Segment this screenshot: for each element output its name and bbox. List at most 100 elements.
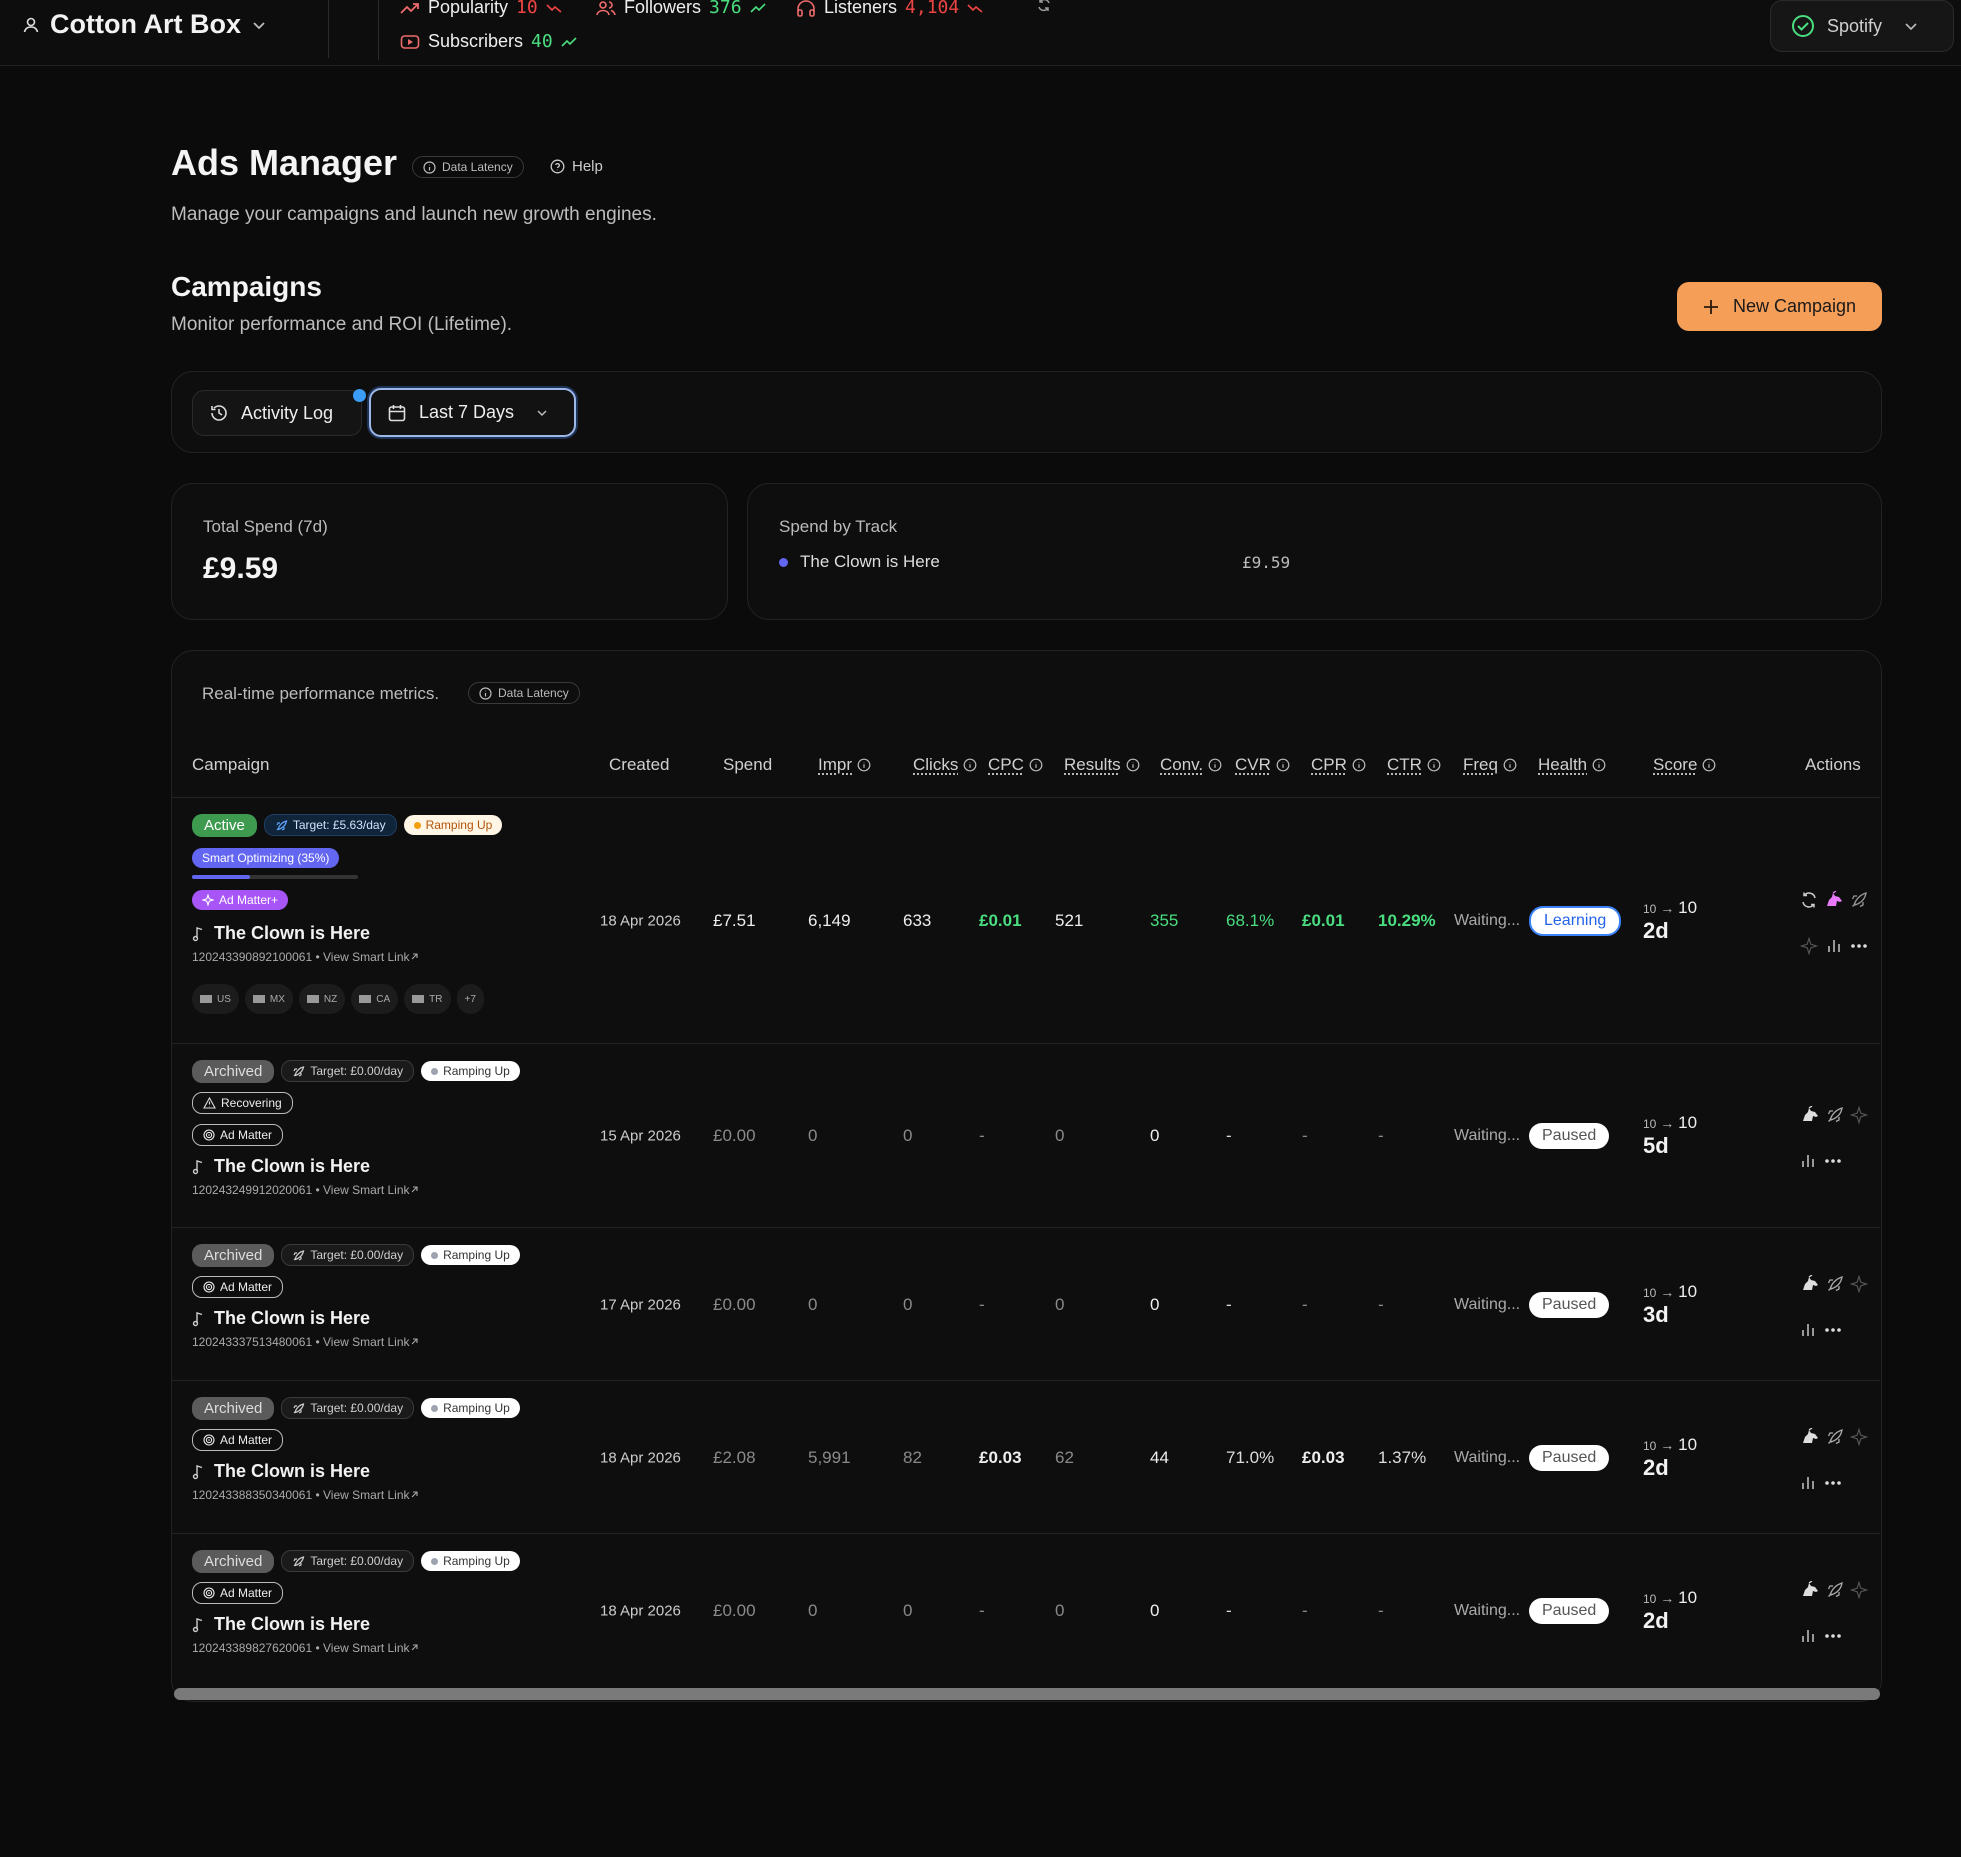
data-latency-label: Data Latency: [498, 686, 569, 700]
bar-chart-icon[interactable]: [1800, 1322, 1816, 1338]
campaign-name[interactable]: The Clown is Here: [192, 923, 502, 944]
unicorn-icon[interactable]: [1800, 1275, 1820, 1293]
stat-label: Listeners: [824, 0, 898, 17]
column-header[interactable]: CVR: [1235, 755, 1290, 775]
account-switcher[interactable]: Cotton Art Box: [22, 9, 267, 40]
target-icon: [203, 1434, 215, 1446]
column-header[interactable]: CTR: [1387, 755, 1441, 775]
sparkle-icon[interactable]: [1850, 1581, 1868, 1599]
cell-clicks: 0: [903, 1601, 913, 1620]
unicorn-icon[interactable]: [1800, 1581, 1820, 1599]
bar-chart-icon[interactable]: [1800, 1153, 1816, 1169]
more-options-icon[interactable]: [1824, 1158, 1842, 1164]
refresh-icon[interactable]: [1800, 891, 1818, 909]
view-smart-link[interactable]: View Smart Link: [323, 1183, 409, 1197]
separator: •: [312, 950, 324, 964]
info-icon: [1029, 758, 1043, 772]
view-smart-link[interactable]: View Smart Link: [323, 950, 409, 964]
separator: •: [312, 1183, 324, 1197]
cell-created: 15 Apr 2026: [600, 1127, 681, 1145]
column-header[interactable]: Freq: [1463, 755, 1517, 775]
data-latency-pill[interactable]: Data Latency: [468, 682, 580, 705]
rocket-icon[interactable]: [1826, 1581, 1844, 1599]
ad-matter-badge: Ad Matter: [192, 1124, 284, 1146]
view-smart-link[interactable]: View Smart Link: [323, 1335, 409, 1349]
column-header[interactable]: Impr: [818, 755, 871, 775]
cell-results: 521: [1055, 911, 1084, 930]
table-row: Active Target: £5.63/day Ramping Up Smart O…: [172, 797, 1880, 1043]
unicorn-icon[interactable]: [1800, 1428, 1820, 1446]
column-header[interactable]: Health: [1538, 755, 1606, 775]
external-link-icon: [410, 1185, 419, 1194]
chevron-down-icon: [251, 17, 267, 33]
new-campaign-button[interactable]: New Campaign: [1677, 282, 1882, 331]
bar-chart-icon[interactable]: [1826, 938, 1842, 954]
smart-progress-bar: [192, 875, 358, 879]
campaign-id: 120243337513480061: [192, 1335, 313, 1349]
column-header-label: Created: [609, 755, 670, 774]
campaign-name[interactable]: The Clown is Here: [192, 1461, 520, 1482]
sparkle-icon[interactable]: [1850, 1275, 1868, 1293]
rocket-icon[interactable]: [1826, 1275, 1844, 1293]
unicorn-icon[interactable]: [1800, 1106, 1820, 1124]
more-options-icon[interactable]: [1824, 1327, 1842, 1333]
sparkle-icon[interactable]: [1850, 1106, 1868, 1124]
country-chip[interactable]: TR: [404, 984, 451, 1014]
rocket-icon[interactable]: [1826, 1106, 1844, 1124]
rocket-icon[interactable]: [1826, 1428, 1844, 1446]
country-chip[interactable]: NZ: [298, 984, 346, 1014]
bar-chart-icon[interactable]: [1800, 1475, 1816, 1491]
view-smart-link[interactable]: View Smart Link: [323, 1641, 409, 1655]
campaign-name[interactable]: The Clown is Here: [192, 1308, 520, 1329]
date-range-select[interactable]: Last 7 Days: [369, 388, 576, 437]
refresh-stats-button[interactable]: [1036, 0, 1052, 13]
flag-icon: [412, 995, 425, 1003]
column-header[interactable]: Clicks: [913, 755, 977, 775]
horizontal-scrollbar[interactable]: [174, 1688, 1880, 1700]
column-header-label: Score: [1653, 755, 1698, 774]
cell-cpc: £0.01: [979, 911, 1022, 930]
bar-chart-icon[interactable]: [1800, 1628, 1816, 1644]
campaign-name[interactable]: The Clown is Here: [192, 1614, 520, 1635]
more-options-icon[interactable]: [1824, 1480, 1842, 1486]
column-header[interactable]: Score: [1653, 755, 1716, 775]
more-options-icon[interactable]: [1824, 1633, 1842, 1639]
country-chip[interactable]: MX: [244, 984, 293, 1014]
campaign-name[interactable]: The Clown is Here: [192, 1156, 520, 1177]
info-icon: [423, 160, 436, 174]
actions-row: [1800, 1625, 1870, 1647]
cell-freq: Waiting...: [1454, 1602, 1521, 1619]
more-options-icon[interactable]: [1850, 943, 1868, 949]
trend-down-icon: [967, 2, 983, 14]
sparkle-icon[interactable]: [1800, 937, 1818, 955]
country-chip[interactable]: CA: [351, 984, 399, 1014]
chevron-down-icon: [536, 407, 548, 419]
country-chip[interactable]: US: [192, 984, 239, 1014]
music-note-icon: [192, 1311, 204, 1327]
youtube-icon: [400, 34, 420, 50]
rocket-icon[interactable]: [1850, 891, 1868, 909]
separator: •: [312, 1488, 324, 1502]
page-title: Ads Manager: [171, 142, 398, 183]
rocket-icon: [275, 819, 288, 832]
column-header[interactable]: Conv.: [1160, 755, 1222, 775]
score-change: 10 → 10: [1643, 1282, 1697, 1302]
cell-ctr: 10.29%: [1378, 911, 1436, 930]
actions-row: [1800, 1579, 1870, 1601]
view-smart-link[interactable]: View Smart Link: [323, 1488, 409, 1502]
activity-log-button[interactable]: Activity Log: [192, 390, 362, 436]
unicorn-icon[interactable]: [1824, 891, 1844, 909]
data-latency-pill[interactable]: Data Latency: [412, 156, 524, 179]
platform-selector[interactable]: Spotify: [1770, 0, 1954, 52]
score-from: 10: [1643, 902, 1657, 916]
column-header[interactable]: Results: [1064, 755, 1140, 775]
sparkle-icon[interactable]: [1850, 1428, 1868, 1446]
column-header[interactable]: CPR: [1311, 755, 1366, 775]
total-spend-label: Total Spend (7d): [203, 517, 328, 536]
column-header[interactable]: CPC: [988, 755, 1043, 775]
cell-created: 18 Apr 2026: [600, 1602, 681, 1620]
flag-icon: [252, 995, 265, 1003]
campaign-id: 120243390892100061: [192, 950, 313, 964]
help-button[interactable]: Help: [550, 158, 603, 175]
more-countries-chip[interactable]: +7: [456, 984, 484, 1014]
